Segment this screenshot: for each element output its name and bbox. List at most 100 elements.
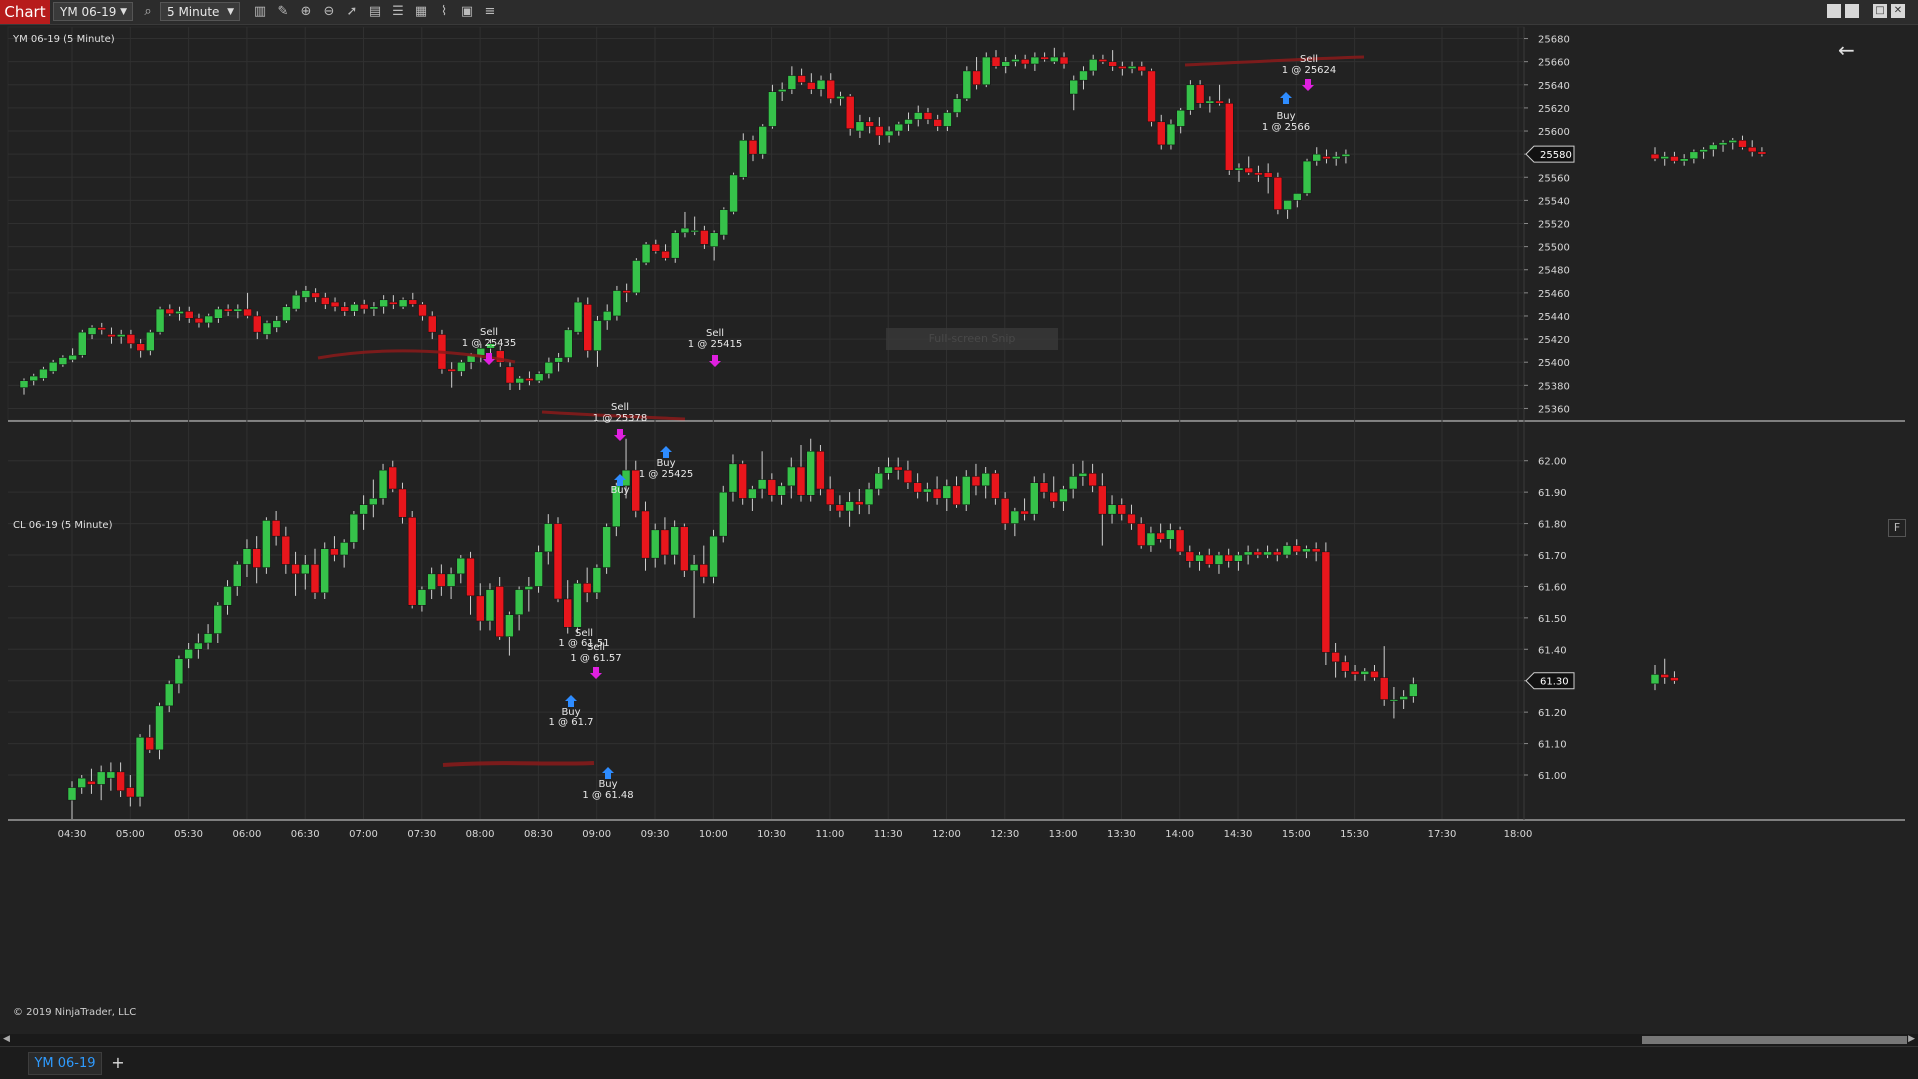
candle-body bbox=[388, 466, 398, 490]
candle-body bbox=[1137, 66, 1147, 72]
add-tab-button[interactable]: + bbox=[108, 1052, 128, 1073]
horizontal-scrollbar[interactable]: ◀ ▶ bbox=[0, 1034, 1918, 1046]
snip-overlay[interactable]: Full-screen Snip bbox=[886, 328, 1058, 350]
trade-label: 1 @ 61.57 bbox=[570, 653, 621, 664]
time-label: 14:30 bbox=[1224, 829, 1253, 840]
candle-body bbox=[835, 504, 845, 512]
candle-body bbox=[398, 488, 407, 518]
templates-icon[interactable]: ▣ bbox=[458, 3, 476, 21]
candle-body bbox=[777, 485, 786, 496]
candle-body bbox=[670, 526, 679, 556]
interval-selector[interactable]: 5 Minute ▼ bbox=[160, 2, 240, 21]
candle-body bbox=[729, 174, 738, 213]
candle-body bbox=[650, 529, 660, 559]
candle-body bbox=[700, 230, 709, 245]
bar-style-icon[interactable]: ▥ bbox=[251, 3, 269, 21]
candle-body bbox=[223, 586, 232, 606]
instrument-tab[interactable]: YM 06-19 bbox=[28, 1052, 102, 1075]
candle-body bbox=[1127, 513, 1136, 524]
draw-line-icon[interactable]: ✎ bbox=[274, 3, 292, 21]
search-icon[interactable]: ⌕ bbox=[139, 3, 157, 21]
price-label: 25640 bbox=[1538, 81, 1570, 92]
candle-body bbox=[1215, 100, 1224, 104]
candle-body bbox=[164, 683, 174, 707]
candle-body bbox=[544, 523, 553, 553]
candle-body bbox=[1088, 473, 1097, 487]
properties-icon[interactable]: ☰ bbox=[389, 3, 407, 21]
candle-body bbox=[845, 96, 855, 129]
time-label: 11:00 bbox=[815, 829, 844, 840]
buy-arrow-icon bbox=[660, 446, 672, 458]
candle-body bbox=[1341, 153, 1351, 157]
indicators-icon[interactable]: ⌇ bbox=[435, 3, 453, 21]
candle-body bbox=[777, 89, 787, 92]
candle-body bbox=[554, 357, 563, 363]
instrument-selector[interactable]: YM 06-19 ▼ bbox=[53, 2, 133, 21]
candle-body bbox=[709, 535, 718, 578]
candle-body bbox=[1175, 529, 1185, 553]
close-icon[interactable]: ✕ bbox=[1891, 4, 1905, 18]
trade-label: 1 @ 61.7 bbox=[549, 717, 594, 728]
toolbar: Chart YM 06-19 ▼ ⌕ 5 Minute ▼ ▥ ✎ ⊕ ⊖ ➚ ▤ … bbox=[0, 0, 1918, 25]
price-label: 25480 bbox=[1538, 266, 1570, 277]
candle-body bbox=[456, 557, 466, 575]
time-label: 05:30 bbox=[174, 829, 203, 840]
price-label: 25460 bbox=[1538, 289, 1570, 300]
back-arrow-icon[interactable]: ← bbox=[1838, 38, 1855, 62]
maximize-icon[interactable]: □ bbox=[1873, 4, 1887, 18]
candle-body bbox=[87, 327, 97, 335]
data-box-icon[interactable]: ▤ bbox=[366, 3, 384, 21]
price-label: 25540 bbox=[1538, 196, 1570, 207]
drawn-line bbox=[1184, 55, 1365, 67]
candle-body bbox=[184, 311, 194, 319]
strategies-icon[interactable]: ▦ bbox=[412, 3, 430, 21]
candle-body bbox=[291, 294, 301, 310]
candle-body bbox=[1709, 144, 1718, 150]
scroll-right-icon[interactable]: ▶ bbox=[1908, 1034, 1915, 1044]
scroll-thumb[interactable] bbox=[1642, 1036, 1907, 1044]
candle-body bbox=[466, 557, 475, 597]
pointer-icon[interactable]: ➚ bbox=[343, 3, 361, 21]
candle-body bbox=[641, 510, 650, 559]
candle-body bbox=[1010, 510, 1020, 524]
candle-body bbox=[116, 771, 125, 791]
candle-body bbox=[1360, 671, 1370, 675]
zoom-in-icon[interactable]: ⊕ bbox=[297, 3, 315, 21]
zoom-out-icon[interactable]: ⊖ bbox=[320, 3, 338, 21]
trade-label: 1 @ 25425 bbox=[639, 469, 694, 480]
tile-icon[interactable] bbox=[1845, 4, 1859, 18]
chart-canvas[interactable]: 04:30 05:00 05:30 06:00 06:30 07:00 07:30 08:00… bbox=[0, 25, 1918, 1035]
chart-tab[interactable]: Chart bbox=[0, 0, 50, 24]
trade-label: 1 @ 2566 bbox=[1262, 122, 1310, 133]
candle-body bbox=[204, 315, 213, 324]
candle-body bbox=[1049, 491, 1058, 502]
trade-label: 1 @ 61.48 bbox=[582, 790, 633, 801]
candle-body bbox=[272, 320, 281, 328]
candle-body bbox=[515, 378, 524, 384]
price-label: 25360 bbox=[1538, 404, 1570, 415]
restore-icon[interactable] bbox=[1827, 4, 1841, 18]
candle-body bbox=[874, 473, 884, 490]
candle-body bbox=[1020, 59, 1030, 65]
candle-body bbox=[787, 75, 797, 90]
candle-body bbox=[223, 308, 233, 312]
time-label: 13:30 bbox=[1107, 829, 1136, 840]
candle-body bbox=[1311, 548, 1321, 553]
list-icon[interactable]: ≡ bbox=[481, 3, 499, 21]
time-label: 07:30 bbox=[407, 829, 436, 840]
candle-body bbox=[660, 529, 670, 556]
candle-body bbox=[194, 642, 203, 650]
candle-body bbox=[321, 297, 330, 305]
price-label: 25620 bbox=[1538, 104, 1570, 115]
candle-body bbox=[87, 781, 96, 785]
chart-area[interactable]: 04:30 05:00 05:30 06:00 06:30 07:00 07:30 08:00… bbox=[0, 25, 1918, 1035]
scroll-left-icon[interactable]: ◀ bbox=[3, 1034, 10, 1044]
candle-body bbox=[670, 232, 680, 259]
candle-body bbox=[1205, 100, 1215, 104]
candle-body bbox=[485, 589, 495, 622]
f-button[interactable]: F bbox=[1888, 519, 1906, 537]
time-label: 11:30 bbox=[874, 829, 903, 840]
candle-body bbox=[1331, 156, 1341, 160]
price-label: 61.40 bbox=[1538, 645, 1567, 656]
price-label: 25520 bbox=[1538, 220, 1570, 231]
